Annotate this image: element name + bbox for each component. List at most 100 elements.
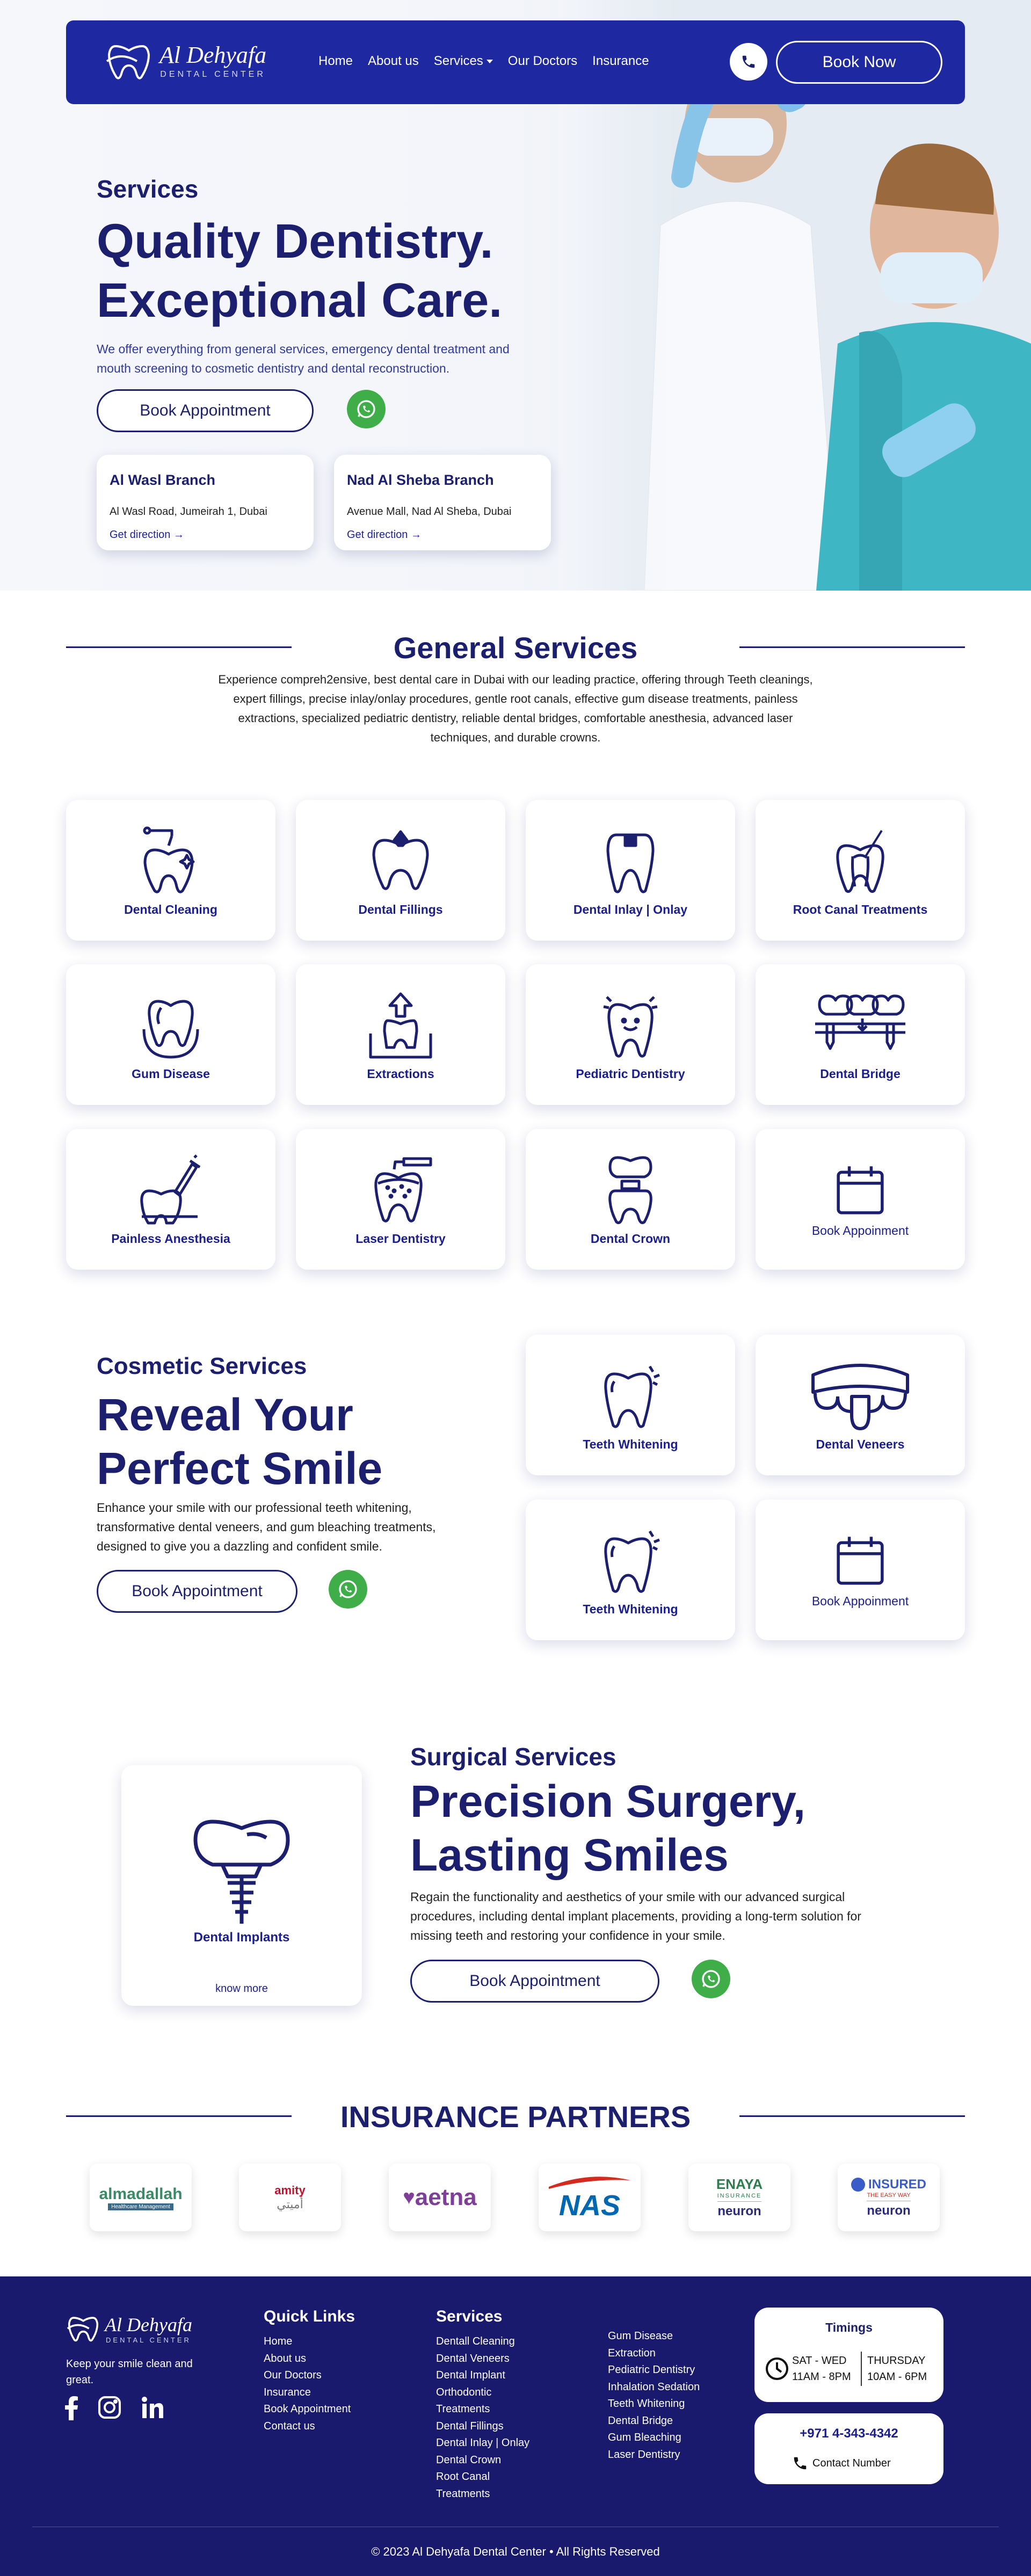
hero-book-appointment-button[interactable]: Book Appointment <box>97 389 314 432</box>
branch-address: Al Wasl Road, Jumeirah 1, Dubai <box>110 506 267 518</box>
extraction-icon <box>369 992 432 1058</box>
know-more-link[interactable]: know more <box>215 1983 268 1995</box>
footer-service-link[interactable]: Gum Disease <box>608 2328 700 2345</box>
get-direction-link[interactable]: Get direction → <box>347 529 538 541</box>
happy-tooth-icon <box>603 995 658 1058</box>
footer-service-link[interactable]: Pediatric Dentistry <box>608 2362 700 2379</box>
book-appointment-card[interactable]: Book Appoinment <box>756 1500 965 1640</box>
surgical-title-line1: Precision Surgery, <box>410 1776 806 1827</box>
branch-card-al-wasl: Al Wasl Branch Al Wasl Road, Jumeirah 1,… <box>97 455 314 550</box>
quick-links-title: Quick Links <box>264 2308 355 2325</box>
footer-service-link[interactable]: Laser Dentistry <box>608 2447 700 2464</box>
footer-service-link[interactable]: Dental Inlay | Onlay <box>436 2435 529 2452</box>
whatsapp-button[interactable] <box>329 1570 367 1609</box>
footer-service-link[interactable]: Treatments <box>436 2486 529 2503</box>
brand-name: Al Dehyafa <box>159 42 267 68</box>
footer-service-link[interactable]: Dental Implant <box>436 2367 529 2384</box>
instagram-icon[interactable] <box>98 2396 121 2419</box>
service-card-teeth-whitening-2[interactable]: Teeth Whitening <box>526 1500 735 1640</box>
general-services-header: General Services <box>66 631 965 665</box>
nav-home[interactable]: Home <box>318 54 353 69</box>
dental-crown-icon <box>608 1156 652 1224</box>
footer-link-contact[interactable]: Contact us <box>264 2418 355 2435</box>
footer-service-link[interactable]: Dental Bridge <box>608 2413 700 2430</box>
footer-service-link[interactable]: Inhalation Sedation <box>608 2379 700 2396</box>
footer-service-link[interactable]: Dental Fillings <box>436 2418 529 2435</box>
service-card-label: Dental Cleaning <box>124 902 217 916</box>
whatsapp-button[interactable] <box>692 1960 730 1998</box>
service-card-gum-disease[interactable]: Gum Disease <box>66 964 275 1105</box>
surgical-description: Regain the functionality and aesthetics … <box>410 1890 861 1942</box>
service-card-dental-implants[interactable]: Dental Implants know more <box>121 1765 362 2006</box>
nav-insurance[interactable]: Insurance <box>592 54 649 69</box>
tooth-logo-icon <box>67 2317 99 2342</box>
cosmetic-description: Enhance your smile with our professional… <box>97 1501 436 1553</box>
footer-link-insurance[interactable]: Insurance <box>264 2384 355 2402</box>
service-card-painless-anesthesia[interactable]: Painless Anesthesia <box>66 1129 275 1270</box>
phone-button[interactable] <box>730 43 767 81</box>
insurance-logo-nas: NAS <box>539 2164 641 2231</box>
timing-thursday-days: THURSDAY <box>867 2355 926 2367</box>
divider <box>739 646 965 648</box>
whatsapp-button[interactable] <box>347 390 386 428</box>
service-card-label: Book Appoinment <box>811 1223 909 1238</box>
timings-title: Timings <box>825 2320 873 2334</box>
service-card-dental-crown[interactable]: Dental Crown <box>526 1129 735 1270</box>
service-card-label: Dental Veneers <box>816 1437 905 1451</box>
footer-tagline: Keep your smile clean and great. <box>66 2358 193 2386</box>
veneers-icon <box>811 1363 909 1430</box>
footer-service-link[interactable]: Extraction <box>608 2345 700 2362</box>
footer-service-link[interactable]: Root Canal <box>436 2469 529 2486</box>
nav-doctors[interactable]: Our Doctors <box>508 54 577 69</box>
footer-quick-links: Quick Links Home About us Our Doctors In… <box>264 2308 355 2435</box>
footer-link-doctors[interactable]: Our Doctors <box>264 2367 355 2384</box>
brand-logo[interactable]: Al Dehyafa DENTAL CENTER <box>105 40 266 83</box>
service-card-laser-dentistry[interactable]: Laser Dentistry <box>296 1129 505 1270</box>
footer-service-link[interactable]: Dentall Cleaning <box>436 2333 529 2351</box>
book-appointment-card[interactable]: Book Appoinment <box>756 1129 965 1270</box>
service-card-dental-fillings[interactable]: Dental Fillings <box>296 800 505 941</box>
footer-service-link[interactable]: Dental Veneers <box>436 2351 529 2368</box>
facebook-icon[interactable] <box>64 2396 78 2420</box>
surgical-book-appointment-button[interactable]: Book Appointment <box>410 1960 659 2003</box>
footer-link-about[interactable]: About us <box>264 2351 355 2368</box>
service-card-dental-bridge[interactable]: Dental Bridge <box>756 964 965 1105</box>
footer-service-link[interactable]: Orthodontic <box>436 2384 529 2402</box>
service-card-pediatric-dentistry[interactable]: Pediatric Dentistry <box>526 964 735 1105</box>
book-now-button[interactable]: Book Now <box>776 41 942 84</box>
contact-phone[interactable]: +971 4-343-4342 <box>754 2426 943 2441</box>
partner-name: NAS <box>558 2189 620 2222</box>
service-card-teeth-whitening[interactable]: Teeth Whitening <box>526 1335 735 1475</box>
nav-about[interactable]: About us <box>368 54 419 69</box>
nav-links: Home About us Services Our Doctors Insur… <box>318 54 649 69</box>
service-card-dental-veneers[interactable]: Dental Veneers <box>756 1335 965 1475</box>
partner-name: amity <box>274 2184 306 2197</box>
branch-title: Nad Al Sheba Branch <box>347 472 494 488</box>
service-card-root-canal[interactable]: Root Canal Treatments <box>756 800 965 941</box>
linkedin-icon[interactable] <box>141 2396 164 2419</box>
service-card-label: Pediatric Dentistry <box>576 1066 685 1081</box>
footer-service-link[interactable]: Teeth Whitening <box>608 2396 700 2413</box>
footer-service-link[interactable]: Dental Crown <box>436 2452 529 2469</box>
whatsapp-icon <box>702 1970 720 1988</box>
cosmetic-book-appointment-button[interactable]: Book Appointment <box>97 1570 297 1613</box>
service-card-extractions[interactable]: Extractions <box>296 964 505 1105</box>
service-card-label: Book Appoinment <box>811 1593 909 1608</box>
dental-implant-icon <box>193 1820 290 1924</box>
footer-logo[interactable]: Al Dehyafa DENTAL CENTER <box>66 2313 192 2344</box>
service-card-dental-cleaning[interactable]: Dental Cleaning <box>66 800 275 941</box>
footer-service-link[interactable]: Gum Bleaching <box>608 2429 700 2447</box>
brand-subtitle: DENTAL CENTER <box>160 70 266 79</box>
get-direction-link[interactable]: Get direction → <box>110 529 301 541</box>
nav-services[interactable]: Services <box>434 54 493 69</box>
timing-weekdays: SAT - WED 11AM - 8PM <box>792 2353 851 2385</box>
footer-link-home[interactable]: Home <box>264 2333 355 2351</box>
footer-service-link[interactable]: Treatments <box>436 2401 529 2418</box>
insurance-logo-enaya: ENAYA INSURANCE neuron <box>688 2164 790 2231</box>
service-card-dental-inlay-onlay[interactable]: Dental Inlay | Onlay <box>526 800 735 941</box>
footer-link-book[interactable]: Book Appointment <box>264 2401 355 2418</box>
partner-name: almadallah <box>99 2185 183 2203</box>
service-card-label: Dental Crown <box>590 1231 671 1246</box>
clock-icon <box>766 2357 788 2380</box>
contact-card[interactable]: +971 4-343-4342 Contact Number <box>754 2413 943 2484</box>
